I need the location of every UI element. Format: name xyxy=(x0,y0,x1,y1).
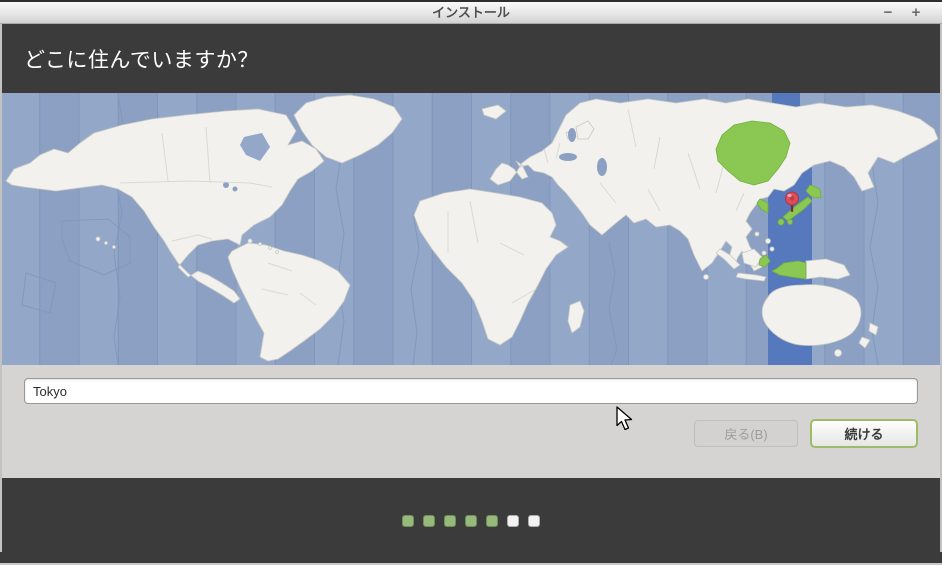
progress-dots xyxy=(402,514,540,527)
window-left-border xyxy=(0,24,2,552)
timezone-map[interactable] xyxy=(0,92,942,366)
world-map-svg[interactable] xyxy=(0,92,942,366)
progress-dot xyxy=(402,514,414,527)
page-title: どこに住んでいますか？ xyxy=(24,48,259,72)
form-area: 戻る(B) 続ける xyxy=(0,378,942,478)
installer-window: インストール − + どこに住んでいますか？ Tokyo 戻る(B) 続ける xyxy=(0,0,942,565)
progress-dot xyxy=(465,514,477,527)
continue-button[interactable]: 続ける xyxy=(810,419,918,448)
page-header: どこに住んでいますか？ xyxy=(0,24,942,93)
progress-dot xyxy=(423,514,435,527)
progress-dot xyxy=(528,514,540,527)
footer xyxy=(0,478,942,563)
minimize-button[interactable]: − xyxy=(880,5,896,21)
back-button[interactable]: 戻る(B) xyxy=(694,420,798,447)
button-row: 戻る(B) 続ける xyxy=(24,419,918,448)
window-title: インストール xyxy=(432,5,510,20)
progress-dot xyxy=(507,514,519,527)
progress-dot xyxy=(444,514,456,527)
maximize-button[interactable]: + xyxy=(908,5,924,21)
progress-dot xyxy=(486,514,498,527)
window-controls: − + xyxy=(880,2,924,24)
window-titlebar[interactable]: インストール − + xyxy=(0,2,942,24)
city-input[interactable] xyxy=(24,378,918,404)
